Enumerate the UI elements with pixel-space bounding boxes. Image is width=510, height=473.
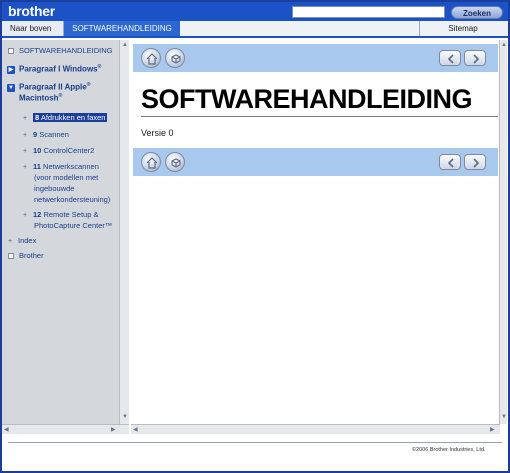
printer-icon bbox=[171, 158, 181, 168]
scroll-left-icon[interactable]: ◀ bbox=[4, 426, 9, 433]
arrow-right-icon bbox=[473, 54, 480, 64]
home-button[interactable] bbox=[141, 152, 161, 172]
back-to-top-link[interactable]: Naar boven bbox=[2, 21, 64, 36]
home-icon bbox=[146, 157, 158, 169]
scroll-right-icon[interactable]: ▶ bbox=[111, 426, 116, 433]
collapsed-triangle-icon[interactable]: ▶ bbox=[7, 65, 15, 74]
scroll-down-icon[interactable]: ▼ bbox=[501, 414, 507, 420]
toc-item-scannen[interactable]: +9 Scannen bbox=[22, 130, 69, 139]
expanded-triangle-icon[interactable]: ▼ bbox=[7, 83, 15, 92]
toc-item-netwerkscannen-line2: (voor modellen met bbox=[34, 173, 99, 182]
printer-icon bbox=[171, 54, 181, 64]
previous-page-button[interactable] bbox=[439, 154, 461, 170]
print-button[interactable] bbox=[165, 48, 185, 68]
home-icon bbox=[146, 53, 158, 65]
scroll-right-icon[interactable]: ▶ bbox=[490, 426, 495, 433]
toc-item-macintosh-line2: Macintosh® bbox=[19, 93, 63, 103]
top-toolbar bbox=[133, 44, 498, 72]
sidebar-vertical-scrollbar[interactable]: ▲ ▼ bbox=[119, 40, 129, 424]
page-icon bbox=[8, 253, 14, 260]
scroll-left-icon[interactable]: ◀ bbox=[133, 426, 138, 433]
arrow-left-icon bbox=[447, 54, 454, 64]
scroll-down-icon[interactable]: ▼ bbox=[122, 414, 128, 420]
sitemap-link[interactable]: Sitemap bbox=[419, 21, 506, 36]
nav-bar: Naar boven SOFTWAREHANDLEIDING Sitemap bbox=[2, 21, 508, 38]
toc-item-index[interactable]: + Index bbox=[7, 236, 36, 245]
previous-page-button[interactable] bbox=[439, 50, 461, 66]
arrow-right-icon bbox=[473, 158, 480, 168]
toc-item-softwarehandleiding[interactable]: SOFTWAREHANDLEIDING bbox=[8, 46, 112, 55]
page-title: SOFTWAREHANDLEIDING bbox=[141, 84, 473, 114]
print-button[interactable] bbox=[165, 152, 185, 172]
toc-item-netwerkscannen[interactable]: +11 Netwerkscannen bbox=[22, 162, 99, 171]
content-vertical-scrollbar[interactable]: ▲ ▼ bbox=[499, 40, 507, 424]
toc-item-brother[interactable]: Brother bbox=[8, 251, 44, 260]
content-horizontal-scrollbar[interactable]: ◀ ▶ bbox=[131, 424, 500, 434]
tab-softwarehandleiding[interactable]: SOFTWAREHANDLEIDING bbox=[64, 21, 180, 36]
header-banner: brother Zoeken bbox=[2, 2, 508, 21]
title-divider bbox=[141, 116, 498, 117]
plus-icon[interactable]: + bbox=[22, 212, 28, 219]
toc-item-remote-setup[interactable]: +12 Remote Setup & bbox=[22, 210, 99, 219]
scroll-up-icon[interactable]: ▲ bbox=[122, 42, 128, 48]
footer-divider bbox=[8, 442, 502, 443]
toc-item-afdrukken[interactable]: +8 Afdrukken en faxen bbox=[22, 113, 108, 122]
next-page-button[interactable] bbox=[464, 50, 486, 66]
copyright-text: ©2006 Brother Industries, Ltd. bbox=[412, 447, 486, 453]
brother-logo[interactable]: brother bbox=[8, 3, 55, 19]
plus-icon[interactable]: + bbox=[22, 132, 28, 139]
plus-icon[interactable]: + bbox=[7, 238, 13, 245]
next-page-button[interactable] bbox=[464, 154, 486, 170]
page-icon bbox=[8, 48, 14, 55]
toc-item-netwerkscannen-line3: ingebouwde bbox=[34, 184, 75, 193]
version-text: Versie 0 bbox=[141, 128, 174, 138]
toc-item-netwerkscannen-line4: netwerkondersteuning) bbox=[34, 195, 111, 204]
toc-item-controlcenter2[interactable]: +10 ControlCenter2 bbox=[22, 146, 94, 155]
home-button[interactable] bbox=[141, 48, 161, 68]
plus-icon[interactable]: + bbox=[22, 148, 28, 155]
bottom-toolbar bbox=[133, 148, 498, 176]
plus-icon[interactable]: + bbox=[22, 164, 28, 171]
sidebar: SOFTWAREHANDLEIDING ▶ Paragraaf I Windows… bbox=[2, 40, 129, 434]
search-button[interactable]: Zoeken bbox=[451, 6, 503, 19]
toc-item-remote-setup-line2: PhotoCapture Center™ bbox=[34, 221, 113, 230]
toc-item-macintosh[interactable]: ▼ Paragraaf II Apple® bbox=[7, 82, 90, 92]
sidebar-horizontal-scrollbar[interactable]: ◀ ▶ bbox=[2, 424, 129, 434]
arrow-left-icon bbox=[447, 158, 454, 168]
search-input[interactable] bbox=[292, 6, 445, 18]
toc-tree: SOFTWAREHANDLEIDING ▶ Paragraaf I Windows… bbox=[2, 40, 119, 424]
toc-item-windows[interactable]: ▶ Paragraaf I Windows® bbox=[7, 64, 101, 74]
plus-icon[interactable]: + bbox=[22, 115, 28, 122]
scroll-up-icon[interactable]: ▲ bbox=[501, 42, 507, 48]
